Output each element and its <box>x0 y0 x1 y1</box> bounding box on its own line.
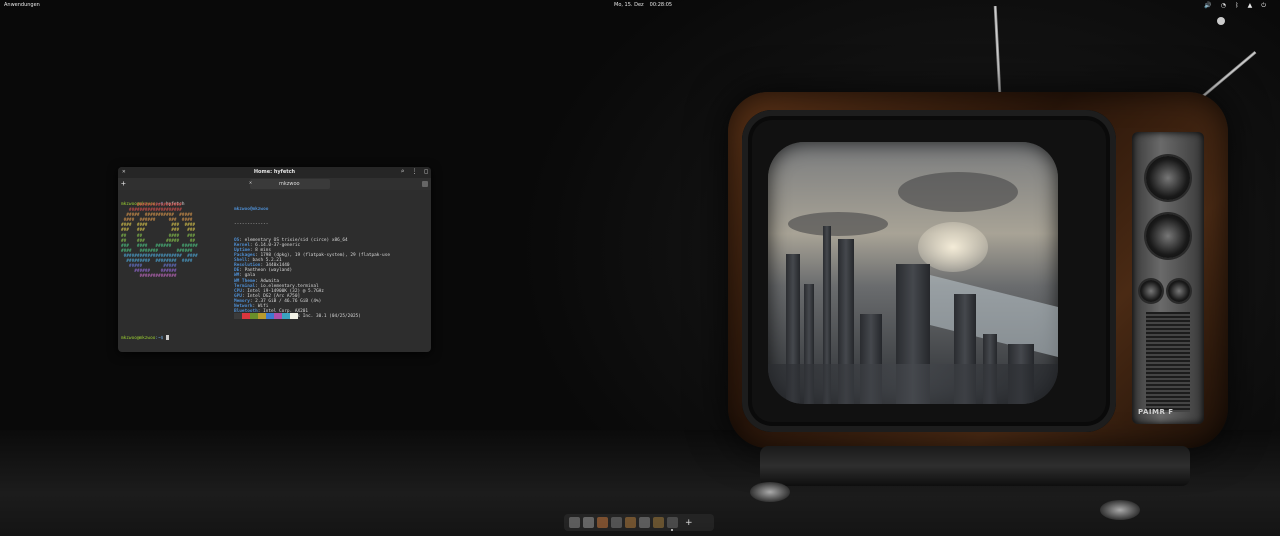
applications-label[interactable]: Anwendungen <box>4 2 40 8</box>
time-label: 00:28:05 <box>649 2 673 8</box>
dock-app-icon[interactable] <box>653 517 664 528</box>
current-prompt: mkzwoo@mkzwoo:~$ <box>121 335 169 341</box>
text-cursor <box>165 335 169 340</box>
prompt-user: mkzwoo@mkzwoo <box>121 336 156 341</box>
search-icon[interactable]: ⌕ <box>401 168 405 175</box>
dock-app-icon[interactable] <box>583 517 594 528</box>
maximize-icon[interactable]: □ <box>424 168 428 175</box>
system-info: mkzwoo@mkzwoo ------------- OS: elementa… <box>234 197 390 319</box>
menu-icon[interactable]: ⋮ <box>411 168 417 175</box>
volume-icon[interactable]: 🔊 <box>1204 2 1211 10</box>
wallpaper-tv: PAIMR F <box>720 0 1257 536</box>
notifications-icon[interactable]: ▲ <box>1248 2 1253 10</box>
tv-antenna <box>993 5 1002 95</box>
logo-line: ## ### ##### ## <box>121 238 196 244</box>
close-tab-icon[interactable]: ✕ <box>249 180 252 186</box>
dock-app-icon[interactable] <box>625 517 636 528</box>
date-time-indicator[interactable]: Mo, 15. Dez 00:28:05 <box>614 2 672 8</box>
terminal-window[interactable]: ✕ Home: hyfetch ⌕ ⋮ □ + ✕ mkzwoo mkzwoo@… <box>118 167 431 352</box>
dock: + <box>564 514 714 531</box>
add-app-button[interactable]: + <box>685 518 693 528</box>
prompt-path: :~$ <box>155 336 164 341</box>
dock-app-icon[interactable] <box>611 517 622 528</box>
color-swatch <box>290 313 298 319</box>
logo-line: ### ### ### ### <box>121 228 196 234</box>
tab-mkzwoo[interactable]: ✕ mkzwoo <box>249 179 330 189</box>
info-separator: ------------- <box>234 222 269 228</box>
tv-antenna-tip <box>1217 17 1225 25</box>
tv-knob <box>1168 280 1190 302</box>
running-indicator <box>671 529 673 531</box>
color-swatch <box>274 313 282 319</box>
dock-app-icon[interactable] <box>667 517 678 528</box>
sky-cloud <box>788 212 888 236</box>
wifi-icon[interactable]: ◔ <box>1221 2 1226 10</box>
tv-knob <box>1140 280 1162 302</box>
dock-app-icon[interactable] <box>597 517 608 528</box>
sky-cloud <box>898 172 1018 212</box>
bluetooth-icon[interactable]: ᛒ <box>1235 2 1239 10</box>
ascii-logo: ################# #################### #… <box>121 203 198 279</box>
top-panel: Anwendungen Mo, 15. Dez 00:28:05 🔊 ◔ ᛒ ▲… <box>0 0 1280 11</box>
tab-label: mkzwoo <box>279 181 300 187</box>
logo-line: ############## <box>121 274 177 280</box>
tv-brand-label: PAIMR F <box>1138 408 1174 416</box>
color-swatches <box>234 313 298 319</box>
color-swatch <box>266 313 274 319</box>
color-swatch <box>234 313 242 319</box>
date-label: Mo, 15. Dez <box>614 2 644 8</box>
color-swatch <box>250 313 258 319</box>
dock-app-icon[interactable] <box>569 517 580 528</box>
tv-speaker <box>1146 214 1190 258</box>
tv-stand <box>760 446 1190 486</box>
dock-app-icon[interactable] <box>639 517 650 528</box>
terminal-tabbar: + ✕ mkzwoo <box>118 178 431 190</box>
color-swatch <box>242 313 250 319</box>
tv-foot <box>1100 500 1140 520</box>
terminal-output[interactable]: mkzwoo@mkzwoo:~$ hyfetch ###############… <box>121 192 428 349</box>
tv-grille <box>1146 312 1190 412</box>
tv-speaker <box>1146 156 1190 200</box>
window-title: Home: hyfetch <box>253 169 296 175</box>
info-header: mkzwoo@mkzwoo <box>234 207 269 213</box>
logo-line: ## ## #### ### <box>121 233 196 239</box>
tab-menu-icon[interactable] <box>422 181 428 187</box>
applications-menu[interactable]: Anwendungen <box>4 2 40 8</box>
tv-control-panel <box>1132 132 1204 424</box>
tv-foot <box>750 482 790 502</box>
power-icon[interactable]: ⏻ <box>1261 2 1266 10</box>
system-tray: 🔊 ◔ ᛒ ▲ ⏻ <box>1204 2 1266 10</box>
color-swatch <box>282 313 290 319</box>
new-tab-icon[interactable]: + <box>121 179 126 188</box>
terminal-titlebar[interactable]: ✕ Home: hyfetch ⌕ ⋮ □ <box>118 167 431 178</box>
color-swatch <box>258 313 266 319</box>
city-building <box>768 364 1058 404</box>
tv-screen-city <box>768 142 1058 404</box>
